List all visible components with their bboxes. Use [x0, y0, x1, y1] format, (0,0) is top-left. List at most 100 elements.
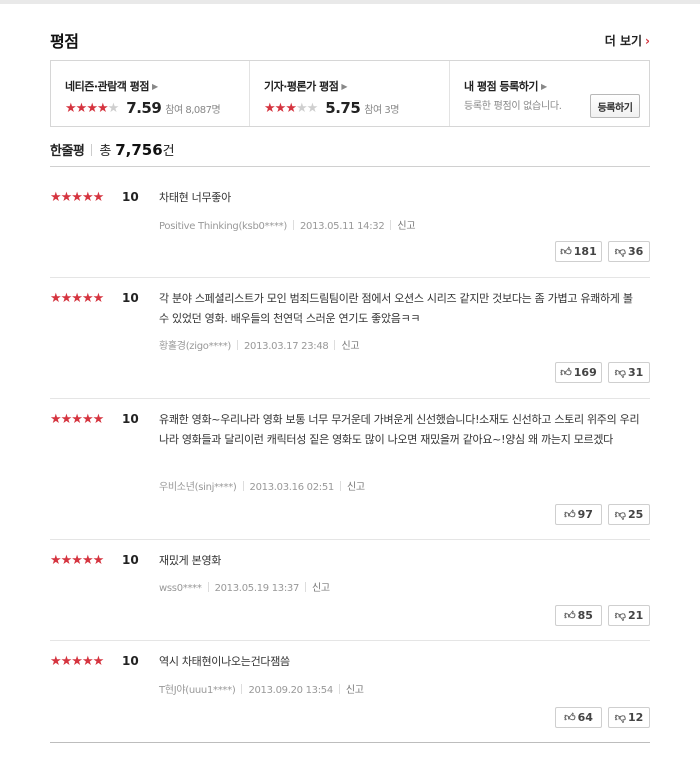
review-item: ★★★★★ 10 차태현 너무좋아 Positive Thinking(ksb0… [50, 190, 650, 278]
review-star-rating: ★★★★★ [50, 190, 104, 205]
reviews-total-count: 7,756 [115, 141, 163, 159]
review-date: 2013.03.16 02:51 [249, 482, 335, 493]
critic-score-value: 5.75 [325, 99, 361, 117]
my-score-label: 내 평점 등록하기 [464, 80, 539, 93]
review-text: 각 분야 스페셜리스트가 모인 범죄드림팀이란 점에서 오션스 시리즈 같지만 … [159, 292, 633, 325]
like-button[interactable]: 👍︎ 169 [555, 362, 602, 383]
review-text: 역시 차태현이나오는건다잼씀 [159, 655, 290, 668]
section-title: 평점 [50, 32, 79, 51]
dislike-button[interactable]: 👎︎ 36 [608, 241, 650, 262]
review-text: 재밌게 본영화 [159, 554, 222, 567]
divider [338, 684, 340, 694]
review-item: ★★★★★ 10 역시 차태현이나오는건다잼씀 T현J야(uuu1****) 20… [50, 654, 650, 743]
report-link[interactable]: 신고 [312, 583, 330, 594]
dislike-button[interactable]: 👎︎ 12 [608, 707, 650, 728]
thumbs-up-icon: 👍︎ [564, 711, 576, 724]
review-star-rating: ★★★★★ [50, 291, 104, 306]
critic-star-rating: ★★★★★ [264, 100, 319, 116]
thumbs-down-icon: 👎︎ [614, 366, 626, 379]
score-summary-box: 네티즌·관람객 평점 ▶ ★★★★★ 7.59 참여 8,087명 기자·평론가 … [50, 60, 650, 127]
critic-score-cell: 기자·평론가 평점 ▶ ★★★★★ 5.75 참여 3명 [250, 61, 450, 126]
chevron-right-icon: › [645, 34, 650, 48]
review-date: 2013.03.17 23:48 [244, 341, 329, 352]
like-button[interactable]: 👍︎ 85 [555, 605, 602, 626]
like-button[interactable]: 👍︎ 64 [555, 707, 602, 728]
star-icon: ★ [295, 100, 308, 116]
vote-buttons: 👍︎ 85 👎︎ 21 [555, 605, 650, 626]
review-date: 2013.09.20 13:54 [248, 685, 333, 696]
review-text: 차태현 너무좋아 [159, 191, 231, 204]
dislike-count: 31 [627, 366, 644, 379]
triangle-right-icon: ▶ [541, 82, 547, 91]
reviews-header: 한줄평 총 7,756건 [50, 140, 650, 167]
review-meta: 우비소년(sinj****) 2013.03.16 02:51 신고 [159, 478, 365, 493]
report-link[interactable]: 신고 [346, 685, 364, 696]
star-icon: ★ [107, 100, 120, 116]
star-icon: ★ [274, 100, 287, 116]
like-button[interactable]: 👍︎ 97 [555, 504, 602, 525]
divider [292, 220, 294, 230]
review-author[interactable]: wss0**** [159, 583, 202, 594]
like-count: 181 [573, 245, 597, 258]
register-score-button[interactable]: 등록하기 [590, 94, 640, 118]
triangle-right-icon: ▶ [151, 82, 158, 91]
review-item: ★★★★★ 10 각 분야 스페셜리스트가 모인 범죄드림팀이란 점에서 오션스… [50, 291, 650, 399]
review-author[interactable]: Positive Thinking(ksb0****) [159, 221, 287, 232]
report-link[interactable]: 신고 [341, 341, 359, 352]
vote-buttons: 👍︎ 169 👎︎ 31 [555, 362, 650, 383]
review-meta: 황홀경(zigo****) 2013.03.17 23:48 신고 [159, 337, 360, 352]
dislike-button[interactable]: 👎︎ 31 [608, 362, 650, 383]
review-score: 10 [122, 412, 139, 426]
star-icon: ★ [306, 100, 319, 116]
top-border [0, 0, 700, 4]
netizen-score-link[interactable]: 네티즌·관람객 평점 ▶ [65, 78, 249, 94]
report-link[interactable]: 신고 [347, 482, 365, 493]
report-link[interactable]: 신고 [397, 221, 415, 232]
critic-score-link[interactable]: 기자·평론가 평점 ▶ [264, 78, 449, 94]
review-star-rating: ★★★★★ [50, 553, 104, 568]
dislike-count: 36 [627, 245, 644, 258]
star-icon: ★ [264, 100, 276, 116]
like-button[interactable]: 👍︎ 181 [555, 241, 602, 262]
review-author[interactable]: 황홀경(zigo****) [159, 341, 231, 352]
thumbs-up-icon: 👍︎ [564, 508, 576, 521]
my-score-link[interactable]: 내 평점 등록하기 ▶ [464, 78, 649, 94]
review-meta: T현J야(uuu1****) 2013.09.20 13:54 신고 [159, 681, 364, 696]
thumbs-up-icon: 👍︎ [560, 245, 572, 258]
vote-buttons: 👍︎ 97 👎︎ 25 [555, 504, 650, 525]
review-author[interactable]: T현J야(uuu1****) [159, 685, 236, 696]
thumbs-up-icon: 👍︎ [564, 609, 576, 622]
critic-score-label: 기자·평론가 평점 [264, 80, 339, 93]
review-score: 10 [122, 291, 139, 305]
review-score: 10 [122, 654, 139, 668]
divider [237, 340, 238, 350]
like-count: 169 [573, 366, 597, 379]
netizen-participants: 참여 8,087명 [165, 104, 221, 116]
star-icon: ★ [75, 100, 88, 116]
divider [91, 144, 93, 156]
my-score-cell: 내 평점 등록하기 ▶ 등록한 평점이 없습니다. 등록하기 [450, 61, 649, 126]
like-count: 97 [577, 508, 593, 521]
review-text: 유쾌한 영화~우리나라 영화 보통 너무 무거운데 가벼운게 신선했습니다!소재… [159, 413, 640, 446]
thumbs-down-icon: 👎︎ [614, 508, 626, 521]
star-icon: ★ [96, 100, 109, 116]
dislike-count: 21 [627, 609, 644, 622]
more-link-label: 더 보기 [604, 34, 643, 48]
divider [305, 582, 307, 592]
star-icon: ★ [285, 100, 297, 116]
critic-participants: 참여 3명 [364, 104, 399, 116]
thumbs-down-icon: 👎︎ [614, 609, 626, 622]
divider [242, 481, 244, 491]
review-date: 2013.05.11 14:32 [299, 221, 385, 232]
dislike-button[interactable]: 👎︎ 25 [608, 504, 650, 525]
review-star-rating: ★★★★★ [50, 654, 104, 669]
netizen-score-value: 7.59 [126, 99, 162, 117]
triangle-right-icon: ▶ [341, 82, 348, 91]
thumbs-down-icon: 👎︎ [614, 245, 626, 258]
review-author[interactable]: 우비소년(sinj****) [159, 482, 237, 493]
more-link[interactable]: 더 보기 › [605, 32, 650, 49]
reviews-title: 한줄평 [50, 144, 85, 159]
dislike-button[interactable]: 👎︎ 21 [608, 605, 650, 626]
review-star-rating: ★★★★★ [50, 412, 104, 427]
vote-buttons: 👍︎ 64 👎︎ 12 [555, 707, 650, 728]
